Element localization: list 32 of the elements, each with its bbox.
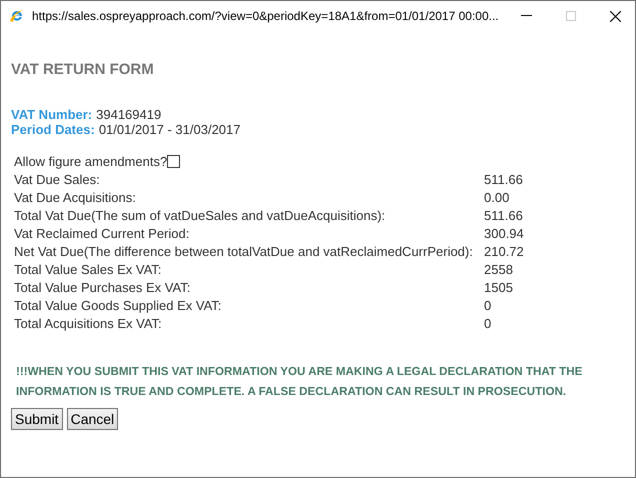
figure-label: Total Value Goods Supplied Ex VAT: xyxy=(14,298,222,312)
figure-label: Net Vat Due(The difference between totalVatDue and vatReclaimedCurrPeriod): xyxy=(14,244,474,258)
figure-value: 210.72 xyxy=(484,244,524,258)
figure-value: 0.00 xyxy=(484,190,510,204)
figure-label: Total Acquisitions Ex VAT: xyxy=(14,316,163,330)
figure-value: 1505 xyxy=(484,280,513,294)
figure-value: 511.66 xyxy=(484,172,523,186)
figure-label: Vat Due Sales: xyxy=(14,172,101,186)
figure-value: 0 xyxy=(484,298,492,312)
form-heading: VAT RETURN FORM xyxy=(11,62,155,77)
close-icon[interactable] xyxy=(610,10,621,22)
window-title: https://sales.ospreyapproach.com/?view=0&periodKey=18A1&from=01/01/2017 00:00... xyxy=(32,8,499,25)
form-button[interactable]: Submit xyxy=(11,408,63,430)
figure-label: Vat Due Acquisitions: xyxy=(14,190,137,204)
figure-label: Total Value Purchases Ex VAT: xyxy=(14,280,192,294)
form-button[interactable]: Cancel xyxy=(66,408,118,430)
warning-text: !!!WHEN YOU SUBMIT THIS VAT INFORMATION YOU ARE MAKING A LEGAL DECLARATION THAT THE INFORMATION IS TRUE AND COMPLETE. A FALSE DECLARATION CAN RESULT IN PROSECUTION. xyxy=(15,364,584,400)
figure-value: 300.94 xyxy=(484,226,524,240)
amendments-checkbox[interactable] xyxy=(167,154,180,168)
browser-icon xyxy=(9,8,25,24)
minimize-icon[interactable] xyxy=(520,15,533,17)
field-label: Period Dates: xyxy=(11,122,95,137)
figure-label: Vat Reclaimed Current Period: xyxy=(14,226,190,240)
figure-value: 2558 xyxy=(484,262,513,276)
field-value: 394169419 xyxy=(96,107,162,122)
figure-value: 0 xyxy=(484,316,492,330)
figure-value: 511.66 xyxy=(484,208,523,222)
figure-label: Total Vat Due(The sum of vatDueSales and vatDueAcquisitions): xyxy=(14,208,386,222)
figure-label: Total Value Sales Ex VAT: xyxy=(14,262,162,276)
field-label: VAT Number: xyxy=(11,107,92,122)
checkbox-label: Allow figure amendments? xyxy=(14,154,168,168)
field-value: 01/01/2017 - 31/03/2017 xyxy=(98,122,240,137)
